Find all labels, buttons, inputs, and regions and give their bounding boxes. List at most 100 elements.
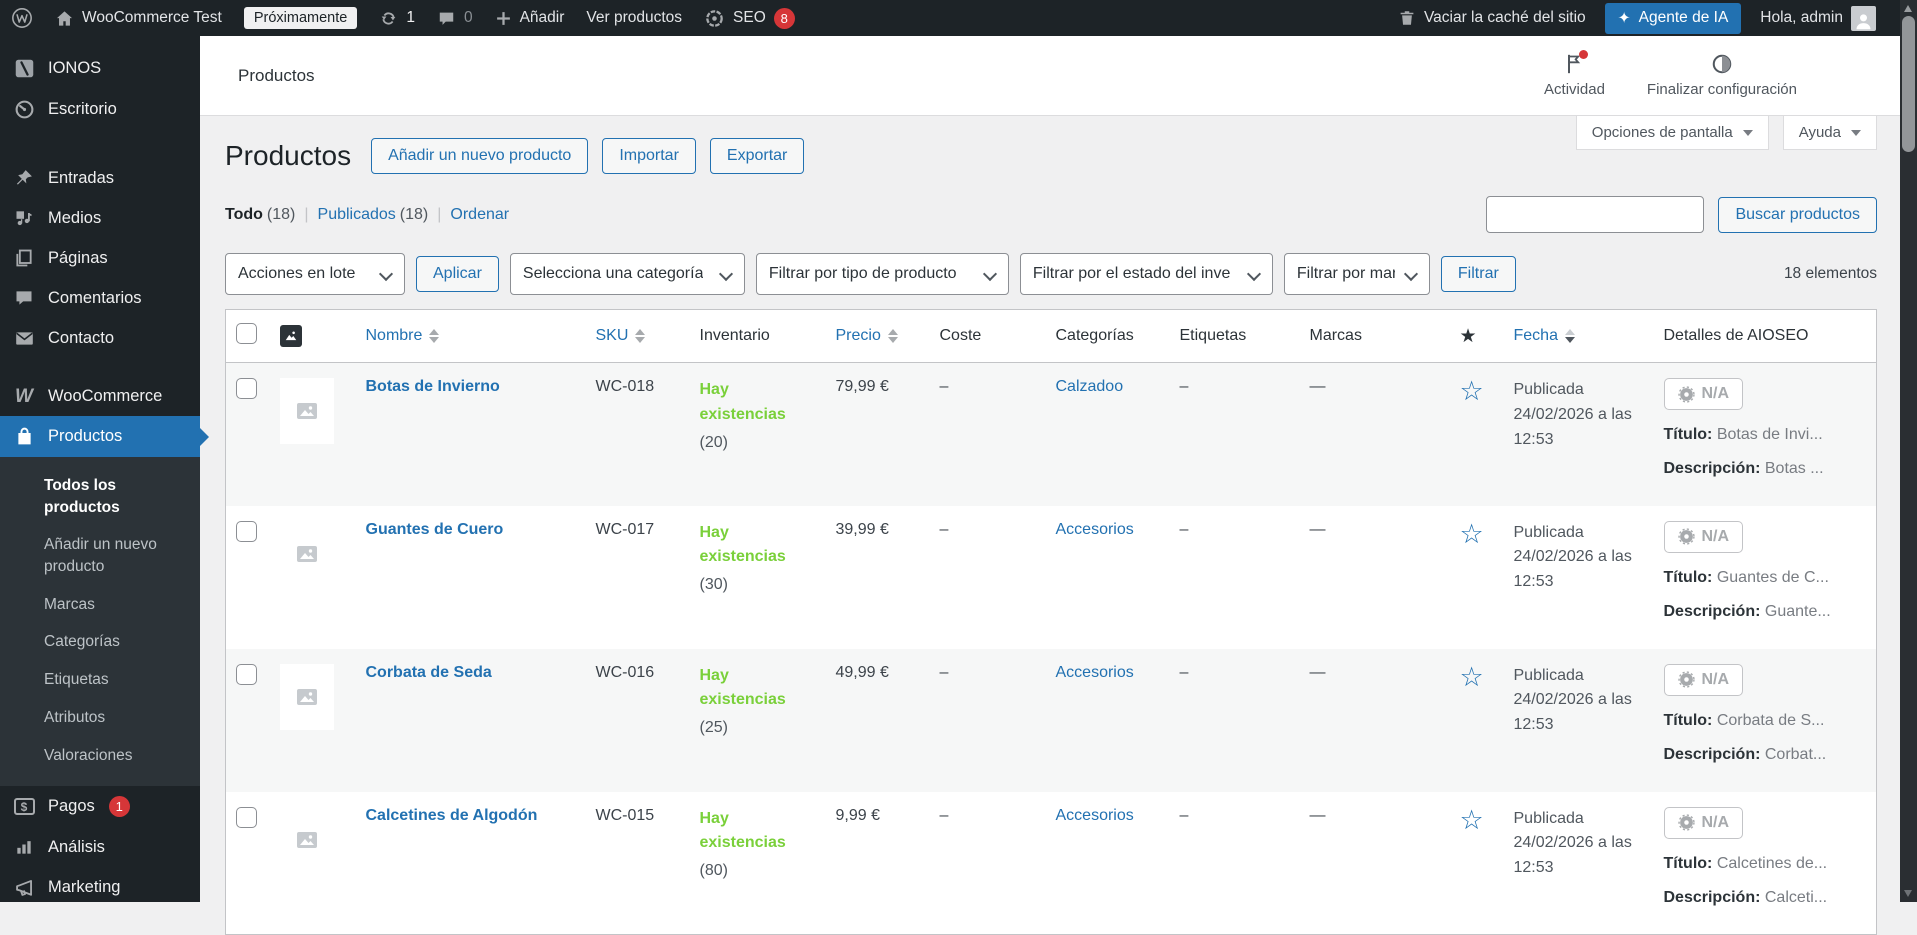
submenu-categories[interactable]: Categorías bbox=[0, 623, 200, 661]
finish-setup-button[interactable]: Finalizar configuración bbox=[1647, 53, 1797, 98]
sidebar-item-analisis[interactable]: Análisis bbox=[0, 827, 200, 867]
featured-star-toggle[interactable]: ☆ bbox=[1460, 376, 1484, 406]
view-all-link[interactable]: Todo(18) bbox=[225, 206, 295, 224]
product-thumbnail[interactable] bbox=[280, 521, 334, 587]
half-circle-icon bbox=[1711, 53, 1733, 75]
aioseo-na-button[interactable]: N/A bbox=[1664, 378, 1744, 410]
category-link[interactable]: Accesorios bbox=[1056, 807, 1134, 824]
scroll-down-arrow-icon[interactable] bbox=[1904, 890, 1912, 897]
product-thumbnail[interactable] bbox=[280, 807, 334, 873]
updates-button[interactable]: 1 bbox=[368, 0, 426, 36]
stock-qty: (20) bbox=[700, 434, 816, 452]
row-checkbox[interactable] bbox=[236, 521, 257, 542]
sidebar-item-pagos[interactable]: $ Pagos 1 bbox=[0, 786, 200, 827]
search-input[interactable] bbox=[1486, 196, 1704, 233]
menu-separator bbox=[0, 130, 200, 158]
featured-star-toggle[interactable]: ☆ bbox=[1460, 519, 1484, 549]
sidebar-item-woocommerce[interactable]: W WooCommerce bbox=[0, 377, 200, 416]
coming-soon-badge[interactable]: Próximamente bbox=[233, 0, 368, 36]
clear-cache-button[interactable]: Vaciar la caché del sitio bbox=[1387, 0, 1597, 36]
help-button[interactable]: Ayuda bbox=[1783, 116, 1877, 150]
product-name-link[interactable]: Botas de Invierno bbox=[366, 378, 500, 395]
column-header-sku[interactable]: SKU bbox=[586, 310, 690, 363]
comments-button[interactable]: 0 bbox=[426, 0, 484, 36]
category-link[interactable]: Accesorios bbox=[1056, 521, 1134, 538]
brands-cell: — bbox=[1300, 792, 1450, 935]
wordpress-logo-button[interactable] bbox=[0, 0, 44, 36]
submenu-attributes[interactable]: Atributos bbox=[0, 699, 200, 737]
submenu-add-product[interactable]: Añadir un nuevo producto bbox=[0, 526, 200, 585]
import-button[interactable]: Importar bbox=[602, 138, 696, 174]
view-products-button[interactable]: Ver productos bbox=[575, 0, 693, 36]
view-published-link[interactable]: Publicados(18) bbox=[318, 206, 429, 224]
category-filter-select[interactable]: Selecciona una categoría bbox=[510, 253, 745, 295]
select-all-checkbox[interactable] bbox=[236, 323, 257, 344]
activity-button[interactable]: Actividad bbox=[1544, 53, 1605, 98]
ai-agent-button[interactable]: ✦ Agente de IA bbox=[1605, 3, 1742, 34]
aioseo-na-button[interactable]: N/A bbox=[1664, 807, 1744, 839]
cost-cell: – bbox=[930, 506, 1046, 649]
featured-star-toggle[interactable]: ☆ bbox=[1460, 805, 1484, 835]
filter-button[interactable]: Filtrar bbox=[1441, 256, 1516, 292]
seo-title: Título: Guantes de C... bbox=[1664, 569, 1867, 587]
bulk-actions-select[interactable]: Acciones en lote bbox=[225, 253, 405, 295]
column-header-precio[interactable]: Precio bbox=[826, 310, 930, 363]
dashboard-icon bbox=[12, 99, 36, 120]
product-name-link[interactable]: Corbata de Seda bbox=[366, 664, 492, 681]
scrollbar-thumb[interactable] bbox=[1902, 16, 1915, 152]
sidebar-item-ionos[interactable]: IONOS bbox=[0, 48, 200, 89]
row-checkbox[interactable] bbox=[236, 378, 257, 399]
comment-icon bbox=[437, 9, 456, 28]
view-sort-link[interactable]: Ordenar bbox=[450, 206, 509, 224]
submenu-brands[interactable]: Marcas bbox=[0, 586, 200, 624]
featured-star-toggle[interactable]: ☆ bbox=[1460, 662, 1484, 692]
date-cell: Publicada24/02/2026 a las12:53 bbox=[1504, 506, 1654, 649]
aioseo-na-button[interactable]: N/A bbox=[1664, 664, 1744, 696]
apply-button[interactable]: Aplicar bbox=[416, 256, 499, 292]
my-account-button[interactable]: Hola, admin bbox=[1749, 0, 1887, 36]
category-link[interactable]: Accesorios bbox=[1056, 664, 1134, 681]
scroll-up-arrow-icon[interactable] bbox=[1904, 5, 1912, 12]
product-name-link[interactable]: Guantes de Cuero bbox=[366, 521, 504, 538]
column-header-fecha[interactable]: Fecha bbox=[1504, 310, 1654, 363]
media-icon bbox=[12, 208, 36, 228]
screen-options-button[interactable]: Opciones de pantalla bbox=[1576, 116, 1769, 150]
sidebar-item-paginas[interactable]: Páginas bbox=[0, 238, 200, 278]
submenu-reviews[interactable]: Valoraciones bbox=[0, 737, 200, 775]
stock-status: Hay existencias bbox=[700, 378, 796, 428]
add-product-button[interactable]: Añadir un nuevo producto bbox=[371, 138, 588, 174]
brand-filter-select[interactable]: Filtrar por marca bbox=[1284, 253, 1430, 295]
sidebar-item-entradas[interactable]: Entradas bbox=[0, 158, 200, 198]
screen-links: Opciones de pantalla Ayuda bbox=[1576, 116, 1877, 150]
sidebar-item-comentarios[interactable]: Comentarios bbox=[0, 278, 200, 318]
product-name-link[interactable]: Calcetines de Algodón bbox=[366, 807, 538, 824]
sidebar-item-contacto[interactable]: Contacto bbox=[0, 318, 200, 359]
seo-description: Descripción: Botas ... bbox=[1664, 460, 1867, 478]
avatar bbox=[1851, 6, 1876, 31]
product-thumbnail[interactable] bbox=[280, 378, 334, 444]
stock-status-filter-select[interactable]: Filtrar por el estado del inventario bbox=[1020, 253, 1273, 295]
submenu-tags[interactable]: Etiquetas bbox=[0, 661, 200, 699]
sidebar-item-medios[interactable]: Medios bbox=[0, 198, 200, 238]
submenu-all-products[interactable]: Todos los productos bbox=[0, 467, 200, 526]
search-products-button[interactable]: Buscar productos bbox=[1718, 197, 1877, 233]
row-checkbox[interactable] bbox=[236, 807, 257, 828]
row-checkbox[interactable] bbox=[236, 664, 257, 685]
new-content-button[interactable]: Añadir bbox=[484, 0, 576, 36]
product-thumbnail[interactable] bbox=[280, 664, 334, 730]
vertical-scrollbar[interactable] bbox=[1900, 0, 1917, 902]
column-header-nombre[interactable]: Nombre bbox=[356, 310, 586, 363]
seo-button[interactable]: SEO 8 bbox=[693, 0, 806, 36]
price-cell: 79,99 € bbox=[826, 363, 930, 506]
pages-icon bbox=[12, 248, 36, 268]
seo-title: Título: Calcetines de... bbox=[1664, 855, 1867, 873]
plus-icon bbox=[495, 10, 512, 27]
aioseo-na-button[interactable]: N/A bbox=[1664, 521, 1744, 553]
image-column-icon bbox=[280, 325, 302, 347]
product-type-filter-select[interactable]: Filtrar por tipo de producto bbox=[756, 253, 1009, 295]
site-name-button[interactable]: WooCommerce Test bbox=[44, 0, 233, 36]
sidebar-item-productos[interactable]: Productos bbox=[0, 416, 200, 457]
sidebar-item-escritorio[interactable]: Escritorio bbox=[0, 89, 200, 130]
export-button[interactable]: Exportar bbox=[710, 138, 804, 174]
category-link[interactable]: Calzadoo bbox=[1056, 378, 1124, 395]
